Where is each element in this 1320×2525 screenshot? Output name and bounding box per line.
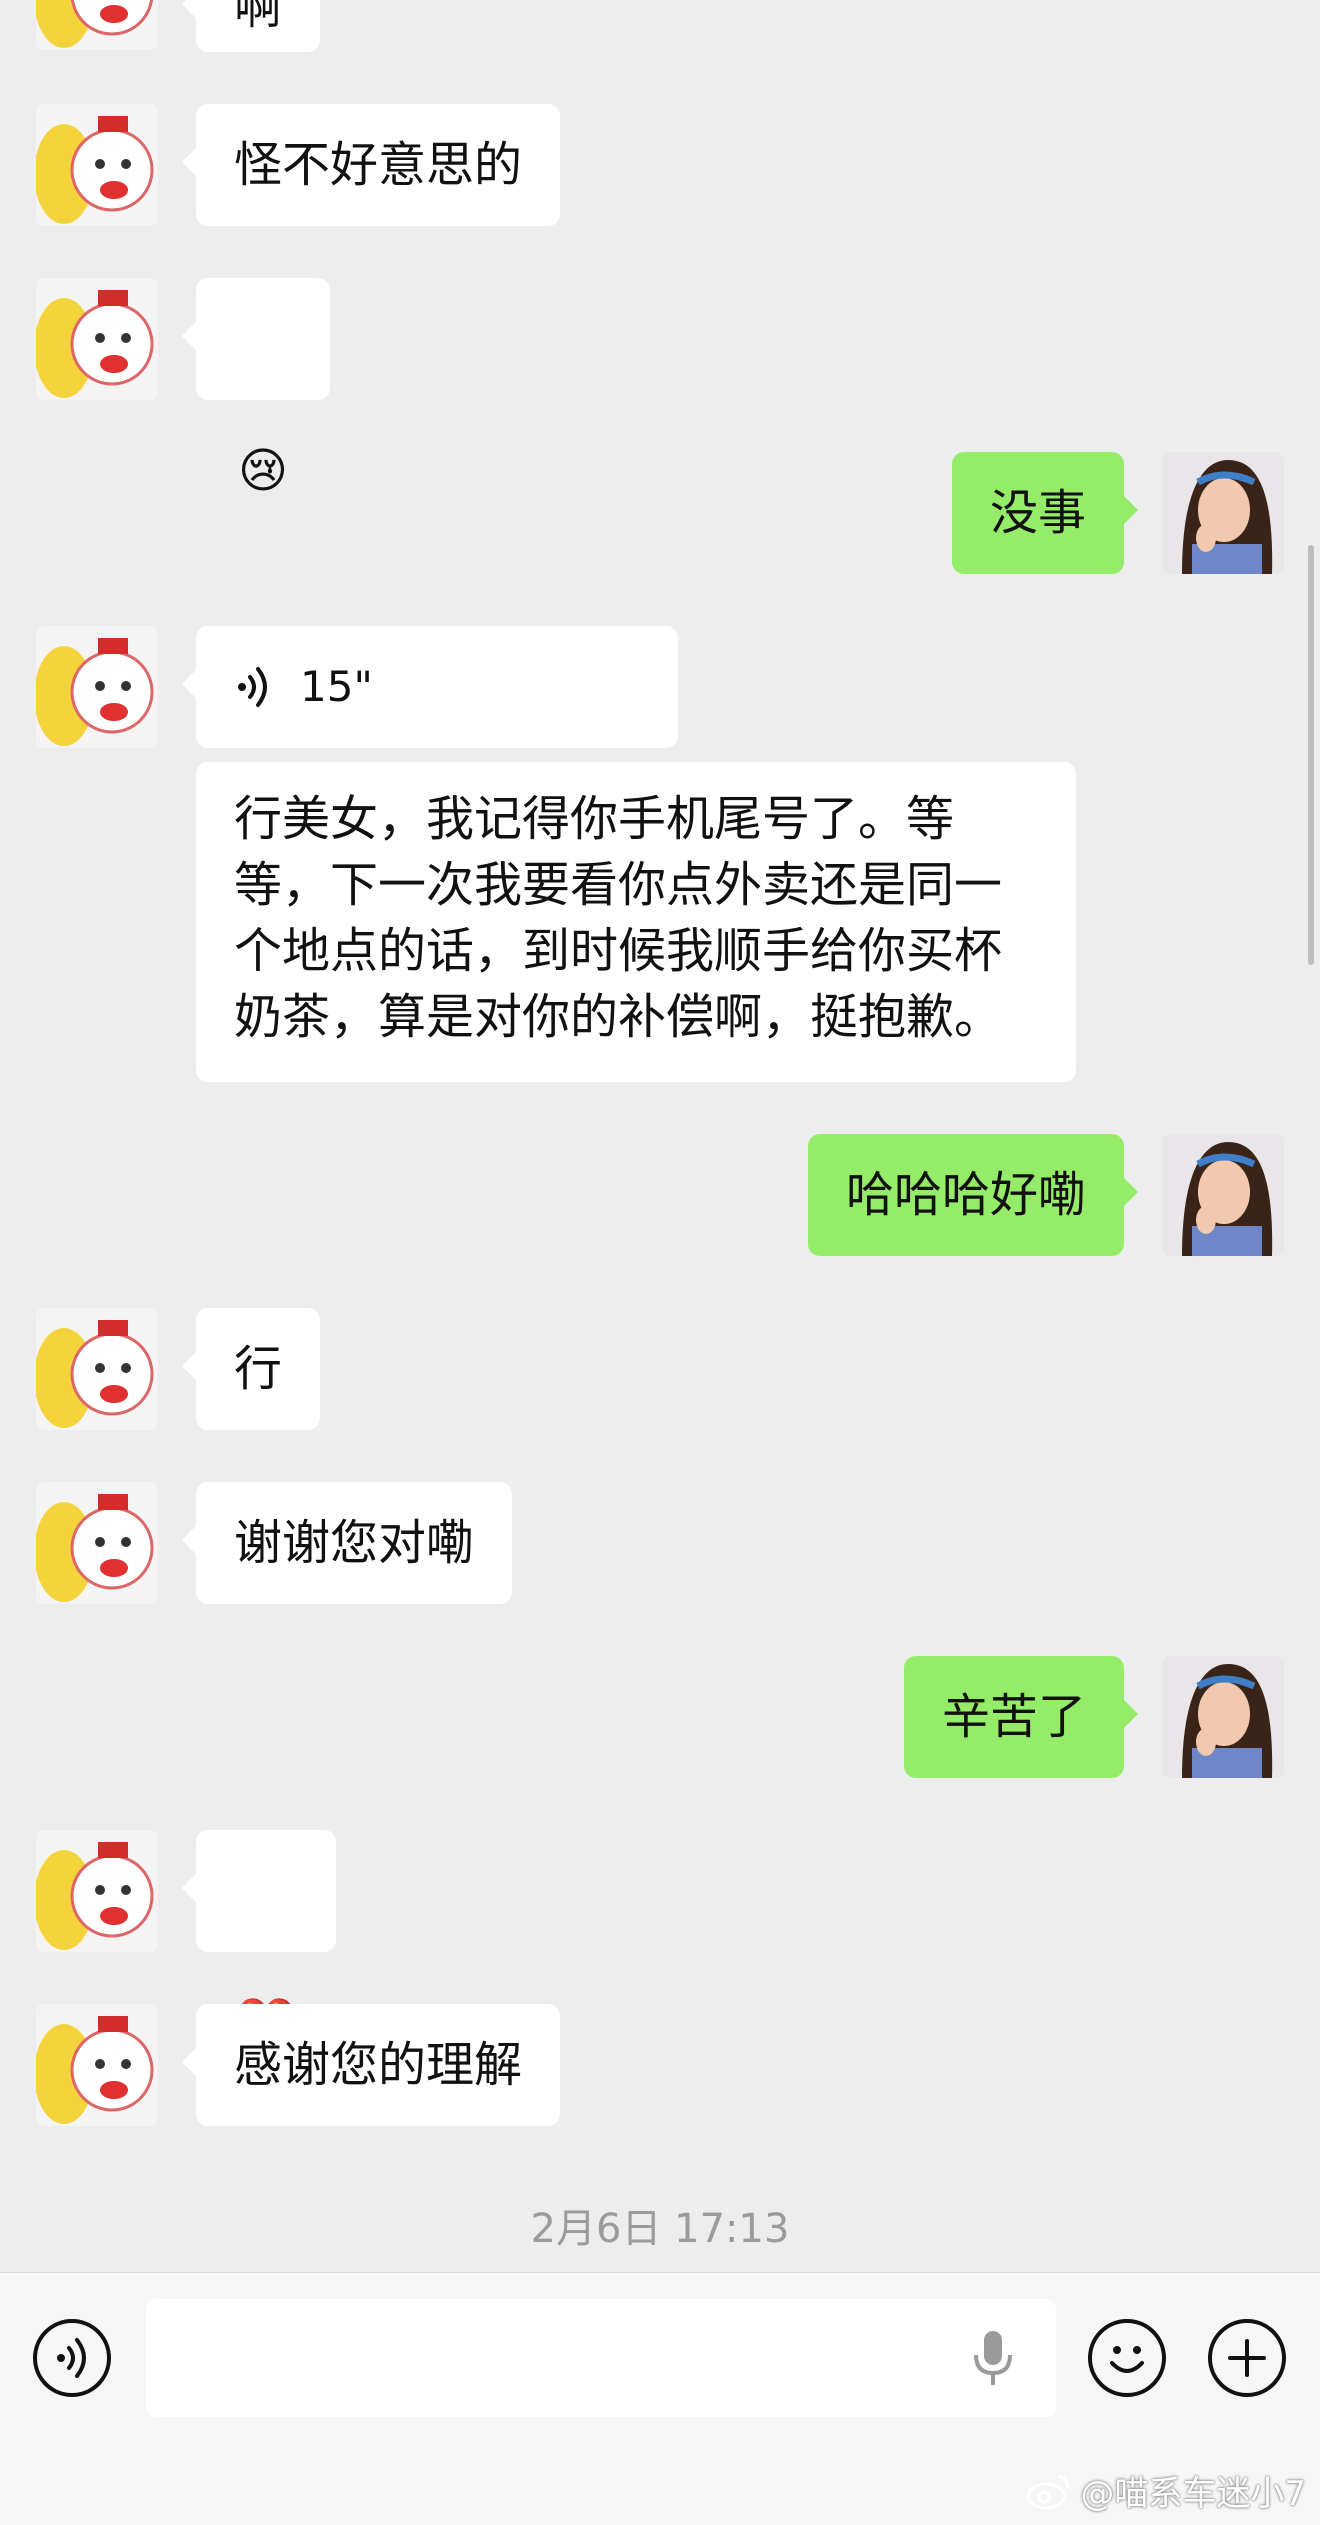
plus-icon [1228, 2339, 1266, 2377]
chat-message-list[interactable]: 啊 怪不好意思的 😢 没事 15" 行美女，我记得你手机尾号了。等 等，下一次我… [0, 0, 1320, 2272]
more-options-button[interactable] [1208, 2319, 1286, 2397]
message-bubble[interactable]: 没事 [951, 452, 1139, 574]
message-bubble[interactable]: 辛苦了 [903, 1656, 1139, 1778]
smiley-icon [1110, 2346, 1144, 2373]
message-bubble[interactable]: 哈哈哈好嘞 [807, 1134, 1139, 1256]
contact-avatar[interactable] [36, 104, 158, 226]
input-bar: @喵系车迷小7 [0, 2272, 1320, 2525]
contact-avatar[interactable] [36, 0, 158, 50]
voice-message-bubble[interactable]: 15" [182, 626, 678, 748]
message-input[interactable] [146, 2299, 1056, 2417]
message-bubble[interactable]: 啊 [181, 0, 321, 52]
message-bubble[interactable]: 行 [181, 1308, 321, 1430]
weibo-logo-icon [1026, 2474, 1070, 2509]
contact-avatar[interactable] [36, 1830, 158, 1952]
contact-avatar[interactable] [36, 1482, 158, 1604]
contact-avatar[interactable] [36, 2004, 158, 2126]
message-bubble[interactable]: ❤️ [182, 1830, 336, 2051]
message-bubble[interactable]: 行美女，我记得你手机尾号了。等 等，下一次我要看你点外卖还是同一 个地点的话，到… [196, 762, 1076, 1082]
crying-face-icon: 😢 [237, 443, 289, 499]
contact-avatar[interactable] [36, 278, 158, 400]
voice-wave-icon [238, 667, 267, 707]
my-avatar[interactable] [1162, 1656, 1284, 1778]
watermark: @喵系车迷小7 [1026, 2466, 1306, 2515]
voice-duration: 15" [300, 662, 373, 711]
chat-timestamp: 2月6日 17:13 [530, 2206, 790, 2252]
scrollbar[interactable] [1308, 545, 1314, 965]
contact-avatar[interactable] [36, 1308, 158, 1430]
emoji-button[interactable] [1088, 2319, 1166, 2397]
voice-toggle-button[interactable] [33, 2319, 111, 2397]
microphone-icon[interactable] [970, 2329, 1016, 2389]
contact-avatar[interactable] [36, 626, 158, 748]
my-avatar[interactable] [1162, 1134, 1284, 1256]
message-bubble[interactable]: 感谢您的理解 [181, 2004, 561, 2126]
watermark-text: @喵系车迷小7 [1080, 2474, 1306, 2514]
my-avatar[interactable] [1162, 452, 1284, 574]
message-bubble[interactable]: 😢 [182, 278, 330, 499]
message-bubble[interactable]: 怪不好意思的 [181, 104, 561, 226]
message-bubble[interactable]: 谢谢您对嘞 [181, 1482, 513, 1604]
voice-toggle-icon [57, 2338, 86, 2378]
